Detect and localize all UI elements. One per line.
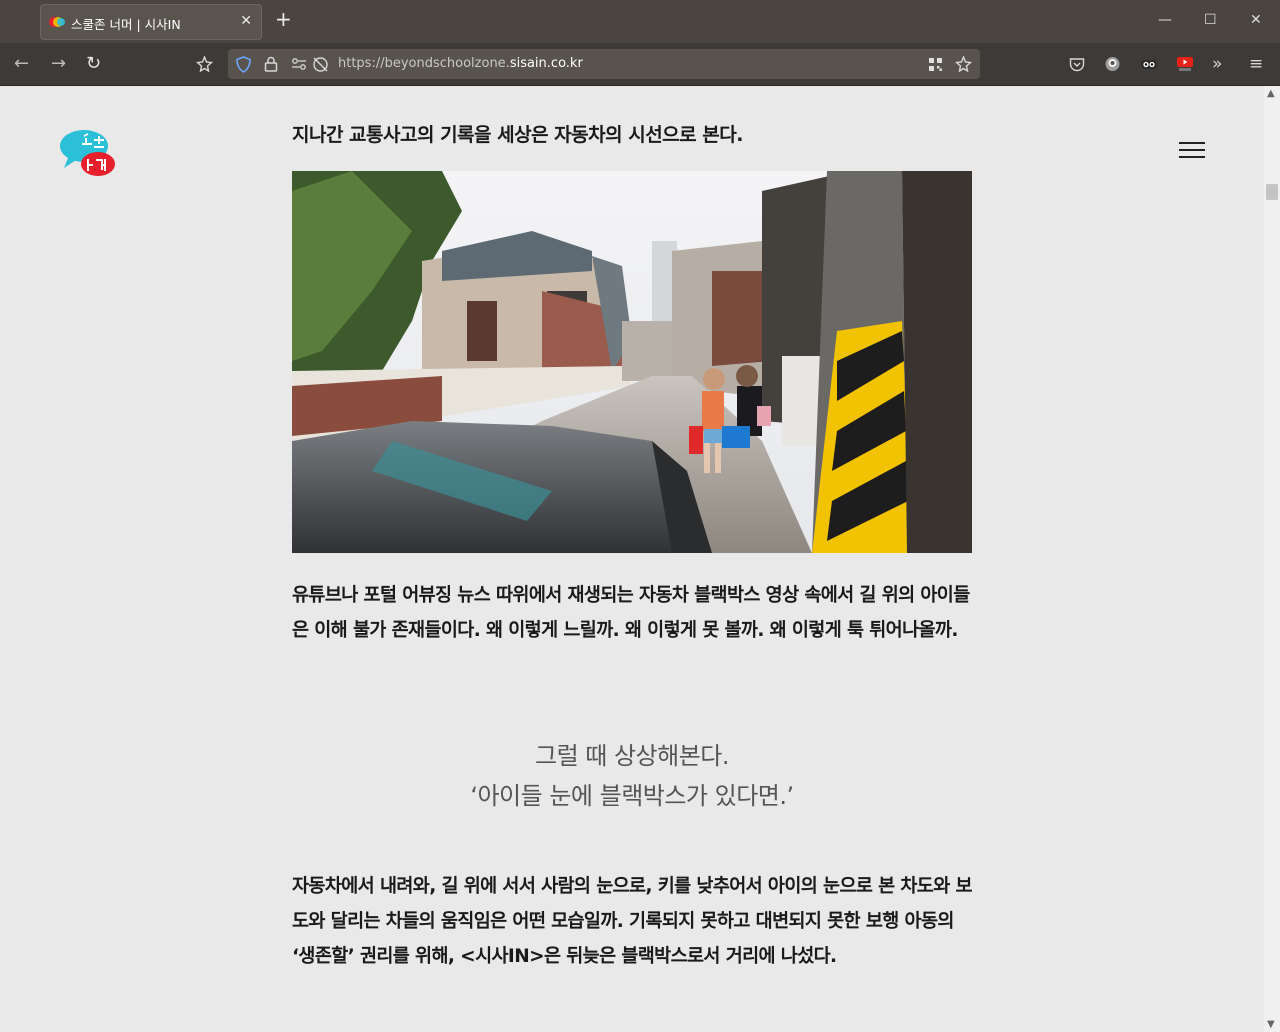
url-text[interactable]: https://beyondschoolzone.sisain.co.kr	[338, 56, 583, 71]
article-paragraph: 자동차에서 내려와, 길 위에 서서 사람의 눈으로, 키를 낮추어서 아이의 …	[292, 876, 973, 967]
pull-quote: 그럴 때 상상해본다. ‘아이들 눈에 블랙박스가 있다면.’	[292, 736, 972, 816]
page-viewport: 지나간 교통사고의 기록을 세상은 자동차의 시선으로 본다. 유튜브나 포털 …	[0, 86, 1264, 1032]
quote-line: 그럴 때 상상해본다.	[534, 742, 730, 770]
tab-strip: 스쿨존 너머 | 시사IN ✕ + — ☐ ✕	[0, 0, 1280, 43]
url-host: sisain.co.kr	[509, 56, 583, 71]
addon-icon[interactable]	[1104, 55, 1121, 73]
pocket-icon[interactable]	[1069, 57, 1085, 72]
hamburger-line	[1179, 156, 1205, 158]
permissions-icon[interactable]	[291, 57, 307, 71]
extension-icon[interactable]	[196, 56, 213, 72]
minimize-button[interactable]: —	[1158, 12, 1172, 28]
close-window-button[interactable]: ✕	[1250, 12, 1262, 28]
lock-icon[interactable]	[264, 56, 278, 72]
tab-title: 스쿨존 너머 | 시사IN	[71, 17, 181, 32]
hamburger-line	[1179, 142, 1205, 144]
tab-close-icon[interactable]: ✕	[240, 13, 252, 29]
article-lead: 지나간 교통사고의 기록을 세상은 자동차의 시선으로 본다.	[292, 124, 743, 146]
site-favicon-icon	[49, 17, 65, 27]
overflow-icon[interactable]: »	[1212, 54, 1222, 74]
scroll-thumb[interactable]	[1266, 184, 1278, 200]
scroll-up-icon[interactable]: ▲	[1267, 88, 1275, 99]
tracking-icon[interactable]	[312, 56, 329, 73]
hamburger-line	[1179, 149, 1205, 151]
site-logo[interactable]	[58, 124, 118, 180]
quote-line: ‘아이들 눈에 블랙박스가 있다면.’	[470, 782, 794, 810]
article-paragraph: 유튜브나 포털 어뷰징 뉴스 따위에서 재생되는 자동차 블랙박스 영상 속에서…	[292, 585, 970, 641]
back-icon[interactable]: ←	[14, 55, 29, 73]
hamburger-icon[interactable]	[1179, 142, 1205, 160]
menu-icon[interactable]: ≡	[1249, 54, 1263, 74]
forward-icon[interactable]: →	[51, 55, 66, 73]
vertical-scrollbar[interactable]: ▲ ▼	[1264, 86, 1280, 1032]
tab-active[interactable]: 스쿨존 너머 | 시사IN ✕	[40, 4, 262, 40]
eyes-icon[interactable]	[1140, 56, 1158, 72]
shield-icon[interactable]	[236, 56, 251, 73]
star-icon[interactable]	[955, 56, 972, 72]
youtube-icon[interactable]	[1176, 56, 1194, 72]
street-photo	[292, 171, 972, 553]
new-tab-button[interactable]: +	[275, 9, 292, 29]
reload-icon[interactable]: ↻	[86, 55, 101, 73]
maximize-button[interactable]: ☐	[1204, 12, 1217, 28]
url-prefix: https://beyondschoolzone.	[338, 56, 510, 71]
scroll-down-icon[interactable]: ▼	[1267, 1019, 1275, 1030]
qr-icon[interactable]	[928, 57, 943, 72]
